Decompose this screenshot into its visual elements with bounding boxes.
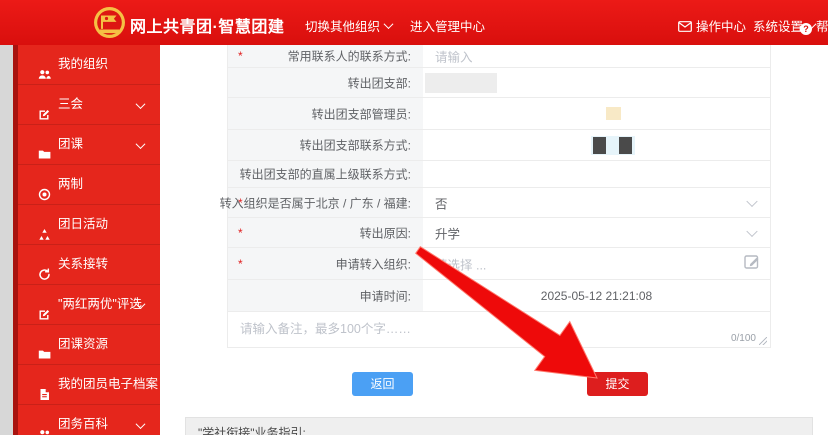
sidebar-item-class-resources[interactable]: 团课资源 (18, 325, 160, 365)
field-label: 转出原因: (360, 224, 411, 241)
action-center-menu[interactable]: 操作中心 (678, 16, 746, 35)
contact-method-input[interactable]: 请输入 (435, 47, 473, 66)
app-title: 网上共青团·智慧团建 (130, 13, 284, 37)
sidebar-item-member-e-archive[interactable]: 我的团员电子档案 (18, 365, 160, 405)
form-row-superior-contact: 转出团支部的直属上级联系方式: (228, 161, 770, 188)
application-time-value: 2025-05-12 21:21:08 (423, 289, 770, 303)
field-label: 申请时间: (360, 287, 411, 304)
required-marker: * (238, 257, 243, 271)
redacted-value-box (591, 136, 635, 155)
form-row-contact-method: * 常用联系人的联系方式: 请输入 (228, 45, 770, 68)
field-label: 转出团支部联系方式: (300, 137, 411, 154)
sidebar-item-three-meetings[interactable]: 三会 (18, 85, 160, 125)
chevron-down-icon (746, 195, 757, 206)
left-gutter (0, 45, 13, 435)
target-organization-picker[interactable]: 请选择 ... (423, 248, 770, 279)
sidebar-item-my-organization[interactable]: 我的组织 (18, 45, 160, 85)
transfer-reason-select[interactable]: 升学 (423, 218, 770, 247)
form-row-out-branch: 转出团支部: (228, 68, 770, 98)
sidebar-item-two-red-two-excellent[interactable]: "两红两优"评选 (18, 285, 160, 325)
help-menu[interactable]: ?帮助 (800, 16, 828, 35)
chevron-down-icon (746, 225, 757, 236)
league-badge-logo (93, 6, 126, 44)
switch-organization-menu[interactable]: 切换其他组织 (305, 16, 392, 35)
required-marker: * (238, 226, 243, 240)
sidebar-item-two-systems[interactable]: 两制 (18, 165, 160, 205)
envelope-icon (678, 21, 692, 35)
form-row-target-region-select: * 转入组织是否属于北京 / 广东 / 福建: 否 (228, 188, 770, 218)
enter-admin-center-link[interactable]: 进入管理中心 (410, 16, 485, 35)
back-button[interactable]: 返回 (352, 372, 413, 396)
form-row-target-organization: * 申请转入组织: 请选择 ... (228, 248, 770, 280)
required-marker: * (238, 49, 243, 63)
redacted-block (619, 137, 632, 154)
field-label: 转出团支部管理员: (312, 105, 411, 122)
field-label: 常用联系人的联系方式: (288, 48, 411, 65)
transfer-application-form: * 常用联系人的联系方式: 请输入 转出团支部: 转出团支部管理员: 转出团支部… (227, 45, 771, 348)
remarks-textarea[interactable]: 请输入备注，最多100个字…… 0/100 (228, 312, 770, 347)
business-guide-panel: "学社衔接"业务指引: (185, 417, 813, 435)
char-counter: 0/100 (731, 333, 756, 344)
form-row-transfer-reason-select: * 转出原因: 升学 (228, 218, 770, 248)
sidebar-item-league-day-activity[interactable]: 团日活动 (18, 205, 160, 245)
form-row-out-branch-admin: 转出团支部管理员: (228, 98, 770, 130)
submit-button[interactable]: 提交 (587, 372, 648, 396)
redacted-value-box (606, 107, 621, 120)
edit-icon[interactable] (743, 252, 762, 276)
redacted-value-box (425, 73, 497, 93)
field-label: 转出团支部: (348, 74, 411, 91)
region-select[interactable]: 否 (423, 188, 770, 217)
chevron-down-icon (136, 139, 146, 149)
help-icon: ? (800, 23, 812, 35)
chevron-down-icon (384, 19, 394, 29)
sidebar-item-league-class[interactable]: 团课 (18, 125, 160, 165)
sidebar-nav: 我的组织 三会 团课 两制 团日活动 关系接转 "两红两优"评选 (18, 45, 160, 435)
top-header-bar: 网上共青团·智慧团建 切换其他组织 进入管理中心 操作中心 系统设置 ?帮助 (0, 0, 828, 45)
chevron-down-icon (136, 419, 146, 429)
field-label: 转出团支部的直属上级联系方式: (240, 166, 411, 183)
users-icon (38, 418, 51, 435)
sidebar-item-relationship-transfer[interactable]: 关系接转 (18, 245, 160, 285)
redacted-block (593, 137, 606, 154)
resize-grip[interactable] (759, 337, 767, 345)
field-label: 转入组织是否属于北京 / 广东 / 福建: (220, 194, 411, 211)
field-label: 申请转入组织: (336, 255, 411, 272)
form-row-application-time: 申请时间: 2025-05-12 21:21:08 (228, 280, 770, 312)
chevron-down-icon (136, 99, 146, 109)
app-window: 网上共青团·智慧团建 切换其他组织 进入管理中心 操作中心 系统设置 ?帮助 我… (0, 0, 828, 435)
form-row-out-branch-contact: 转出团支部联系方式: (228, 130, 770, 161)
sidebar-item-league-encyclopedia[interactable]: 团务百科 (18, 405, 160, 435)
form-row-remarks: 备注: 请输入备注，最多100个字…… 0/100 (228, 312, 770, 348)
guide-title: "学社衔接"业务指引: (198, 424, 306, 435)
